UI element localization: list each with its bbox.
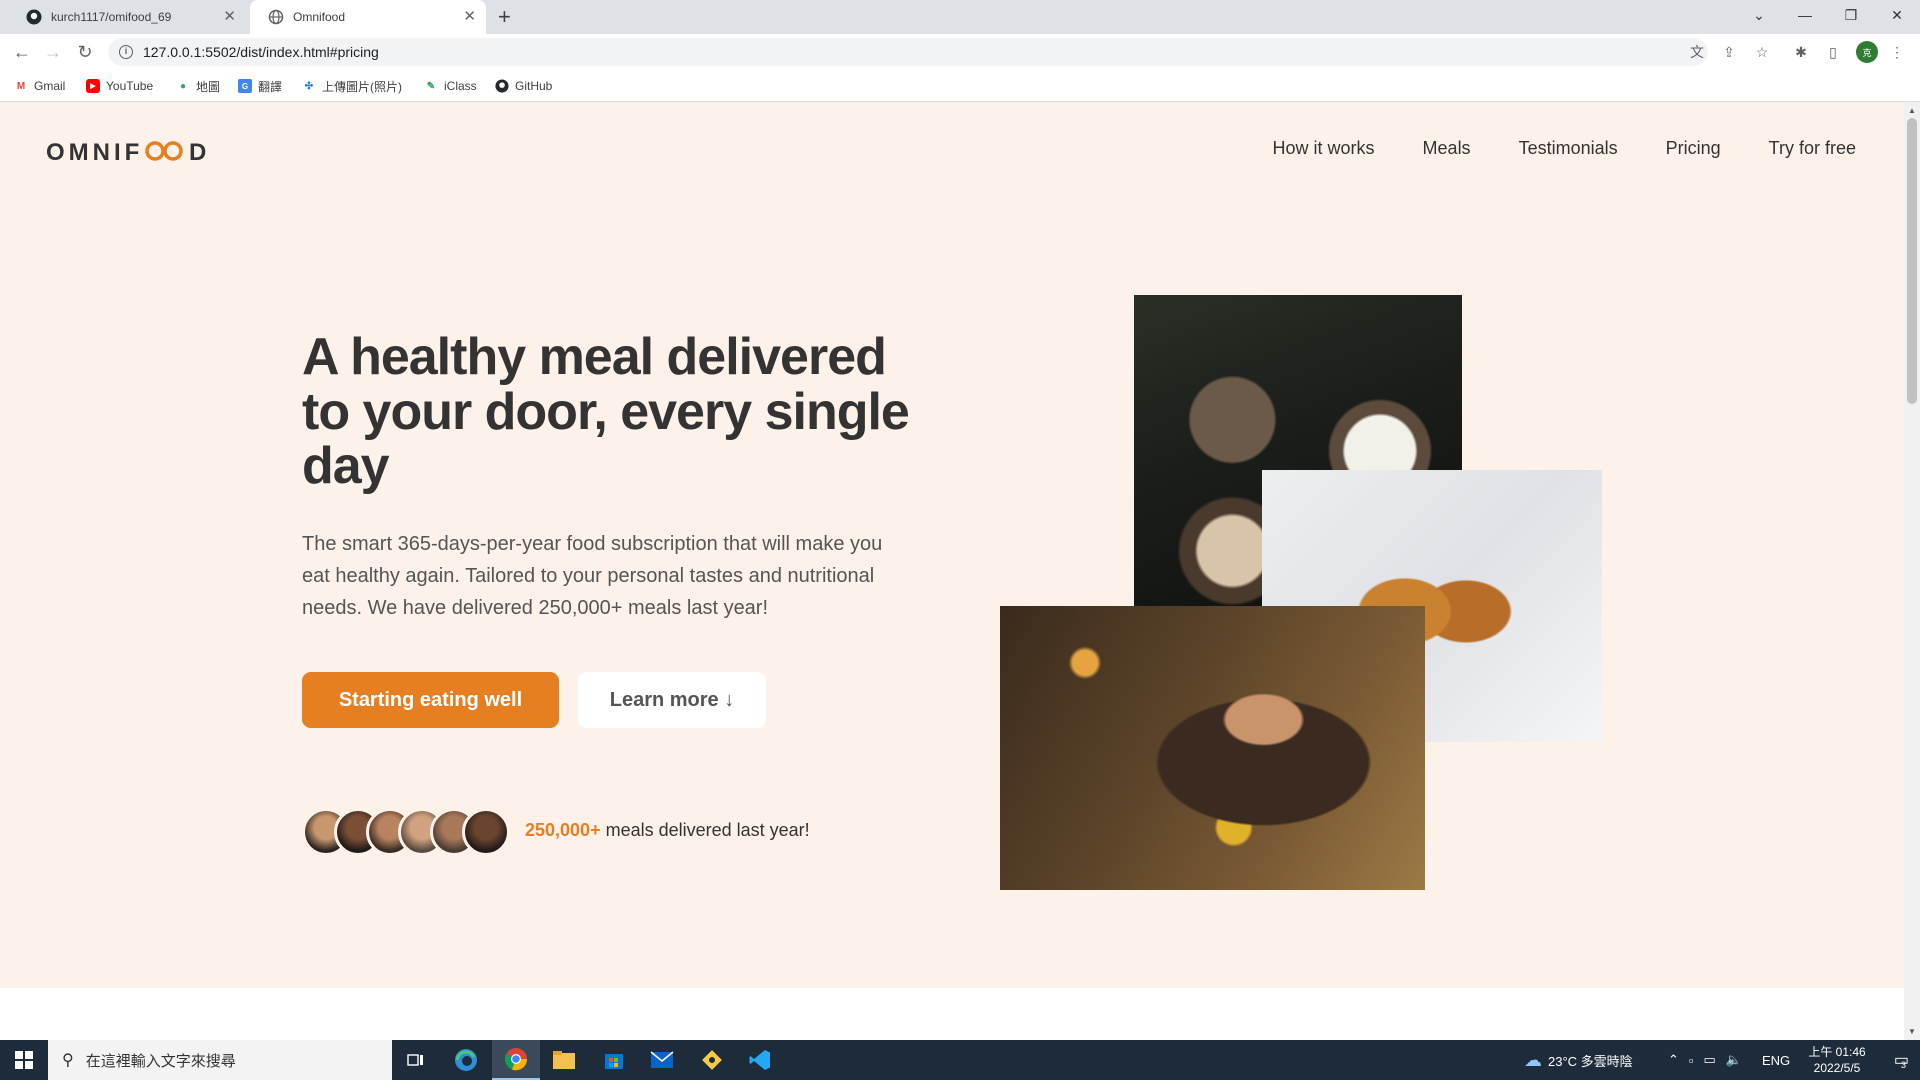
nav-testimonials[interactable]: Testimonials	[1519, 138, 1618, 159]
close-window-button[interactable]: ✕	[1874, 0, 1920, 30]
main-nav: How it works Meals Testimonials Pricing …	[1273, 138, 1856, 159]
hero-description: The smart 365-days-per-year food subscri…	[302, 533, 883, 619]
bookmark-star-icon[interactable]: ☆	[1753, 43, 1771, 61]
nav-meals[interactable]: Meals	[1423, 138, 1471, 159]
bookmark-gmail[interactable]: M Gmail	[14, 77, 66, 95]
reload-icon[interactable]: ↻	[73, 40, 97, 64]
hero-title: A healthy meal delivered to your door, e…	[302, 328, 910, 496]
restore-button[interactable]: ❐	[1828, 0, 1874, 30]
omnifood-logo[interactable]: OMNIF D	[46, 138, 212, 164]
network-icon[interactable]: ▭	[1704, 1052, 1716, 1068]
menu-icon[interactable]: ⋮	[1888, 43, 1906, 61]
close-icon[interactable]: ✕	[223, 9, 236, 25]
meals-delivered-label: meals delivered last year!	[600, 820, 810, 840]
tab-omnifood[interactable]: Omnifood ✕	[250, 0, 486, 34]
browser-toolbar: ← → ↻ i 127.0.0.1:5502/dist/index.html#p…	[0, 34, 1920, 70]
bookmark-maps[interactable]: ● 地圖	[176, 77, 220, 95]
weather-widget[interactable]: ☁ 23°C 多雲時陰	[1524, 1040, 1633, 1080]
new-tab-button[interactable]: +	[498, 5, 511, 29]
globe-icon	[268, 9, 284, 25]
back-arrow-icon[interactable]: ←	[10, 40, 34, 64]
nav-pricing[interactable]: Pricing	[1666, 138, 1721, 159]
maps-pin-icon: ●	[179, 80, 187, 92]
svg-text:OMNIF: OMNIF	[46, 139, 143, 164]
upload-icon: ✣	[304, 80, 314, 92]
woman-eating-photo	[1000, 606, 1425, 890]
omnifood-logo-image: OMNIF D	[46, 139, 210, 164]
taskbar-search-box[interactable]: ⚲ 在這裡輸入文字來搜尋	[48, 1040, 392, 1080]
share-icon[interactable]: ⇪	[1720, 43, 1738, 61]
browser-tab-bar: kurch1117/omifood_69 ✕ Omnifood ✕ + ⌄ — …	[0, 0, 1920, 34]
svg-text:D: D	[189, 139, 210, 164]
nav-how-it-works[interactable]: How it works	[1273, 138, 1375, 159]
store-icon[interactable]	[590, 1040, 638, 1080]
chrome-icon[interactable]	[492, 1040, 540, 1080]
meals-delivered-text: 250,000+ meals delivered last year!	[525, 820, 810, 841]
scrollbar-thumb[interactable]	[1907, 118, 1917, 404]
windows-taskbar: ⚲ 在這裡輸入文字來搜尋 ☁ 23°C 多雲時陰 ⌃ ▫ ▭ 🔈 ENG 上午 …	[0, 1040, 1920, 1080]
nav-try-for-free[interactable]: Try for free	[1769, 138, 1856, 159]
bookmark-translate[interactable]: G 翻譯	[238, 77, 282, 95]
bookmark-github[interactable]: GitHub	[495, 77, 552, 95]
tray-icons: ⌃ ▫ ▭ 🔈	[1668, 1040, 1742, 1080]
bookmark-youtube[interactable]: ▶ YouTube	[86, 77, 153, 95]
clock[interactable]: 上午 01:46 2022/5/5	[1796, 1040, 1878, 1080]
github-icon	[495, 79, 509, 93]
weather-text: 23°C 多雲時陰	[1548, 1053, 1633, 1069]
clock-date: 2022/5/5	[1813, 1061, 1861, 1075]
edge-icon[interactable]	[442, 1040, 490, 1080]
git-kraken-icon[interactable]	[688, 1040, 736, 1080]
close-icon[interactable]: ✕	[463, 9, 476, 25]
windows-start-icon[interactable]	[0, 1040, 48, 1080]
page-viewport: OMNIF D How it works Meals Testimonials …	[0, 102, 1904, 1040]
customer-avatars	[302, 808, 510, 856]
scroll-up-icon[interactable]: ▲	[1908, 106, 1916, 115]
youtube-icon: ▶	[86, 79, 100, 93]
tab-title: kurch1117/omifood_69	[51, 10, 172, 24]
cloud-icon: ☁	[1524, 1049, 1542, 1070]
featured-in-section	[0, 988, 1904, 1040]
chevron-up-icon[interactable]: ⌃	[1668, 1052, 1679, 1068]
task-view-icon[interactable]	[392, 1040, 440, 1080]
github-icon	[26, 9, 42, 25]
search-icon: ⚲	[62, 1052, 74, 1069]
clock-time: 上午 01:46	[1808, 1045, 1866, 1059]
start-eating-button[interactable]: Starting eating well	[302, 672, 559, 728]
translate-icon: G	[238, 79, 252, 93]
volume-icon[interactable]: 🔈	[1726, 1052, 1742, 1068]
bookmarks-bar: M Gmail ▶ YouTube ● 地圖 G 翻譯 ✣ 上傳圖片(照片) ✎ iClas…	[0, 70, 1920, 102]
forward-arrow-icon[interactable]: →	[41, 40, 65, 64]
notification-center-icon[interactable]: ▭ 3	[1880, 1040, 1920, 1080]
avatar	[462, 808, 510, 856]
taskbar-search-placeholder: 在這裡輸入文字來搜尋	[85, 1052, 236, 1070]
meals-delivered-count: 250,000+	[525, 820, 601, 840]
minimize-button[interactable]: —	[1782, 0, 1828, 30]
iclass-icon: ✎	[426, 80, 436, 92]
file-explorer-icon[interactable]	[540, 1040, 588, 1080]
translate-icon[interactable]: 文	[1688, 43, 1706, 61]
profile-avatar[interactable]: 克	[1856, 41, 1878, 63]
bookmark-upload[interactable]: ✣ 上傳圖片(照片)	[302, 77, 402, 95]
gmail-icon: M	[16, 80, 26, 92]
scroll-down-icon[interactable]: ▼	[1908, 1027, 1916, 1036]
page-scrollbar[interactable]: ▲ ▼	[1904, 102, 1920, 1040]
info-icon[interactable]: i	[119, 45, 133, 59]
bookmark-iclass[interactable]: ✎ iClass	[424, 77, 477, 95]
url-text: 127.0.0.1:5502/dist/index.html#pricing	[143, 44, 379, 60]
address-bar[interactable]: i 127.0.0.1:5502/dist/index.html#pricing	[108, 38, 1708, 66]
meet-now-icon[interactable]: ▫	[1689, 1053, 1694, 1068]
notification-count: 3	[1901, 1060, 1907, 1070]
tab-title: Omnifood	[293, 10, 346, 24]
learn-more-button[interactable]: Learn more ↓	[578, 672, 766, 728]
tab-github[interactable]: kurch1117/omifood_69 ✕	[8, 0, 246, 34]
input-language[interactable]: ENG	[1762, 1040, 1790, 1080]
vscode-icon[interactable]	[736, 1040, 784, 1080]
tab-search-icon[interactable]: ⌄	[1736, 0, 1782, 30]
extensions-icon[interactable]: ✱	[1792, 43, 1810, 61]
mail-icon[interactable]	[638, 1040, 686, 1080]
side-panel-icon[interactable]: ▯	[1824, 43, 1842, 61]
